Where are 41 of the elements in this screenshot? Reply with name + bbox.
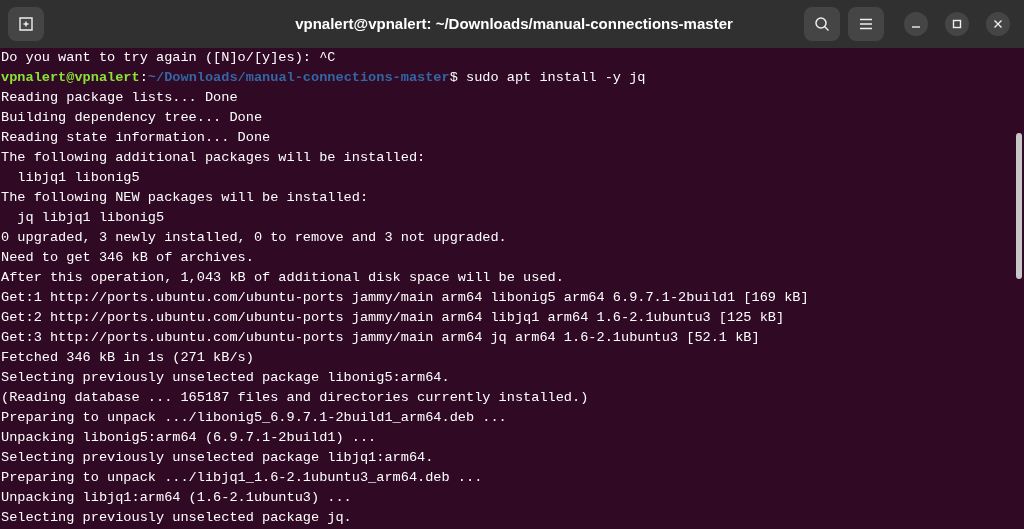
search-button[interactable] xyxy=(804,7,840,41)
prompt-path: ~/Downloads/manual-connections-master xyxy=(147,70,450,85)
menu-icon xyxy=(859,18,873,30)
output-line: Need to get 346 kB of archives. xyxy=(1,249,255,267)
output-line: Selecting previously unselected package libjq1:arm64. xyxy=(1,449,435,467)
output-line: libjq1 libonig5 xyxy=(16,169,141,187)
scrollbar-thumb[interactable] xyxy=(1016,133,1022,279)
minimize-icon xyxy=(912,26,920,28)
output-line: 0 upgraded, 3 newly installed, 0 to remove and 3 not upgraded. xyxy=(1,229,508,247)
prompt-separator: : xyxy=(139,70,148,85)
output-line: Reading state information... Done xyxy=(1,129,272,147)
output-line: Building dependency tree... Done xyxy=(1,109,264,127)
output-line: Fetched 346 kB in 1s (271 kB/s) xyxy=(1,349,255,367)
output-line: Preparing to unpack .../libjq1_1.6-2.1ubuntu3_arm64.deb ... xyxy=(1,469,484,487)
prompt-user: vpnalert@vpnalert xyxy=(1,70,140,85)
output-line: Selecting previously unselected package libonig5:arm64. xyxy=(1,369,451,387)
output-line: The following NEW packages will be installed: xyxy=(1,189,370,207)
new-tab-icon xyxy=(18,16,34,32)
close-icon xyxy=(993,19,1003,29)
close-button[interactable] xyxy=(986,12,1010,36)
output-line: The following additional packages will be installed: xyxy=(1,149,427,167)
search-icon xyxy=(814,16,830,32)
window-title: vpnalert@vpnalert: ~/Downloads/manual-connections-master xyxy=(295,13,733,34)
output-line: Get:3 http://ports.ubuntu.com/ubuntu-ports jammy/main arm64 jq arm64 1.6-2.1ubuntu3 [52.1 kB] xyxy=(1,329,761,347)
new-tab-button[interactable] xyxy=(8,7,44,41)
command-text: $ sudo apt install -y jq xyxy=(449,70,646,85)
menu-button[interactable] xyxy=(848,7,884,41)
output-line: Get:2 http://ports.ubuntu.com/ubuntu-ports jammy/main arm64 libjq1 arm64 1.6-2.1ubuntu3 [125 kB] xyxy=(1,309,786,327)
output-line: Selecting previously unselected package jq. xyxy=(1,509,353,527)
output-line: Get:1 http://ports.ubuntu.com/ubuntu-ports jammy/main arm64 libonig5 arm64 6.9.7.1-2build1 [169 kB] xyxy=(1,289,810,307)
output-line: Do you want to try again ([N]o/[y]es): ^C xyxy=(1,49,337,67)
output-line: After this operation, 1,043 kB of additional disk space will be used. xyxy=(1,269,565,287)
output-line: Unpacking libjq1:arm64 (1.6-2.1ubuntu3) ... xyxy=(1,489,353,507)
minimize-button[interactable] xyxy=(904,12,928,36)
output-line: (Reading database ... 165187 files and directories currently installed.) xyxy=(1,389,590,407)
output-line: Reading package lists... Done xyxy=(1,89,239,107)
maximize-icon xyxy=(952,19,962,29)
output-line: Preparing to unpack .../libonig5_6.9.7.1-2build1_arm64.deb ... xyxy=(1,409,508,427)
output-line: jq libjq1 libonig5 xyxy=(16,209,166,227)
maximize-button[interactable] xyxy=(945,12,969,36)
output-line: Unpacking libonig5:arm64 (6.9.7.1-2build1) ... xyxy=(1,429,378,447)
